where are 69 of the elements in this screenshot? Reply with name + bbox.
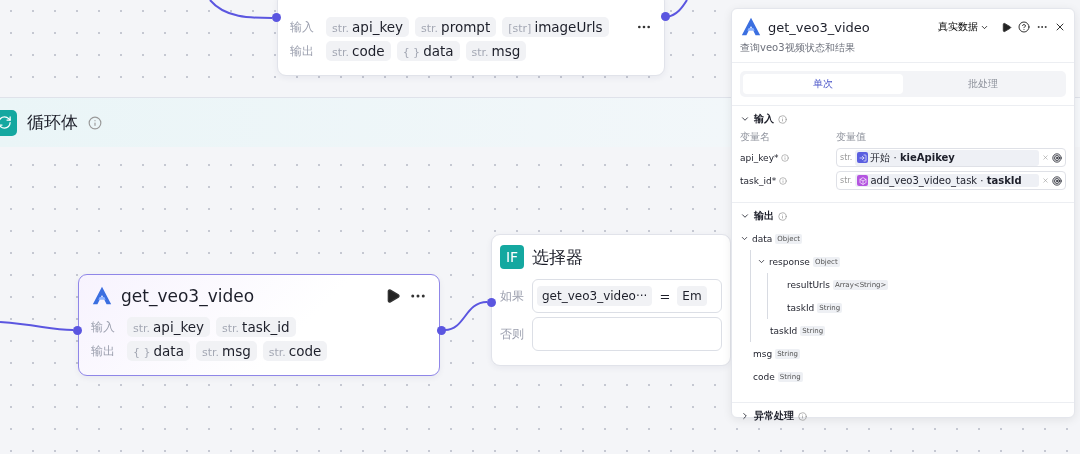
port-dot[interactable] [73, 326, 82, 335]
column-header: 变量值 [836, 130, 867, 144]
chevron-icon[interactable] [740, 411, 750, 421]
port-dot[interactable] [272, 13, 281, 22]
field-name: resultUrls [787, 279, 830, 290]
connector-line [445, 301, 488, 332]
field-name: data [752, 233, 773, 244]
port-chip: str. prompt [415, 17, 497, 37]
input-label: 输入 [91, 318, 116, 336]
port-chip: str. msg [465, 41, 527, 61]
section-title: 异常处理 [754, 409, 794, 423]
info-icon[interactable] [88, 115, 102, 130]
else-field[interactable] [532, 317, 722, 351]
condition-variable: get_veo3_video··· [537, 286, 653, 306]
target-icon[interactable] [1052, 152, 1062, 163]
loop-title: 循环体 [27, 111, 78, 134]
chevron-icon[interactable] [740, 234, 749, 243]
section-title: 输入 [754, 112, 774, 126]
if-badge: IF [500, 245, 524, 269]
port-chip: str. msg [195, 341, 257, 361]
field-name: taskId [770, 325, 798, 336]
connector-line [209, 0, 273, 20]
condition-value: Em [677, 286, 707, 306]
field-name: code [753, 371, 775, 382]
variable-name: api_key* [740, 152, 779, 163]
port-chip: { } data [127, 341, 190, 361]
chevron-icon[interactable] [757, 257, 766, 266]
cube-icon [857, 175, 869, 186]
field-name: taskId [787, 302, 815, 313]
port-chip: str. api_key [326, 17, 410, 37]
output-label: 输出 [290, 42, 315, 60]
port-chip: str. api_key [127, 317, 211, 337]
panel-title: get_veo3_video [768, 19, 871, 35]
chevron-icon[interactable] [740, 114, 750, 124]
field-name: msg [753, 348, 773, 359]
port-chip: str. code [326, 41, 391, 61]
output-label: 输出 [91, 342, 116, 360]
mode-tab[interactable]: 单次 [743, 74, 903, 94]
help-icon[interactable] [1018, 21, 1030, 33]
column-header: 变量名 [740, 130, 771, 144]
port-dot[interactable] [661, 12, 670, 21]
node-title: 选择器 [532, 245, 584, 269]
target-icon[interactable] [1052, 175, 1062, 186]
port-dot[interactable] [487, 298, 496, 307]
port-chip: { } data [396, 41, 460, 61]
play-icon[interactable] [385, 288, 401, 304]
enter-icon [857, 152, 869, 163]
variable-field[interactable]: str. add_veo3_video_task · taskId [836, 171, 1066, 190]
operator: = [658, 288, 672, 304]
play-icon[interactable] [1001, 21, 1012, 33]
section-title: 输出 [754, 209, 774, 223]
logo-icon [91, 285, 113, 307]
panel-description: 查询veo3视频状态和结果 [732, 38, 1074, 63]
mode-dropdown[interactable]: 真实数据 [938, 20, 989, 34]
port-chip: str. task_id [216, 317, 296, 337]
port-chip: str. code [262, 341, 328, 361]
variable-name: task_id* [740, 175, 777, 186]
port-dot[interactable] [437, 326, 446, 335]
field-name: response [769, 256, 810, 267]
variable-field[interactable]: str. 开始 · kieApikey [836, 148, 1066, 167]
port-chip: [str] imageUrls [502, 17, 609, 37]
condition-field[interactable]: get_veo3_video··· = Em [532, 279, 722, 313]
input-label: 输入 [290, 18, 315, 36]
logo-icon [740, 16, 762, 38]
node-title: get_veo3_video [121, 286, 256, 306]
chevron-icon[interactable] [740, 211, 750, 221]
else-label: 否则 [500, 325, 525, 343]
close-icon[interactable] [1054, 21, 1066, 33]
if-label: 如果 [500, 287, 525, 305]
